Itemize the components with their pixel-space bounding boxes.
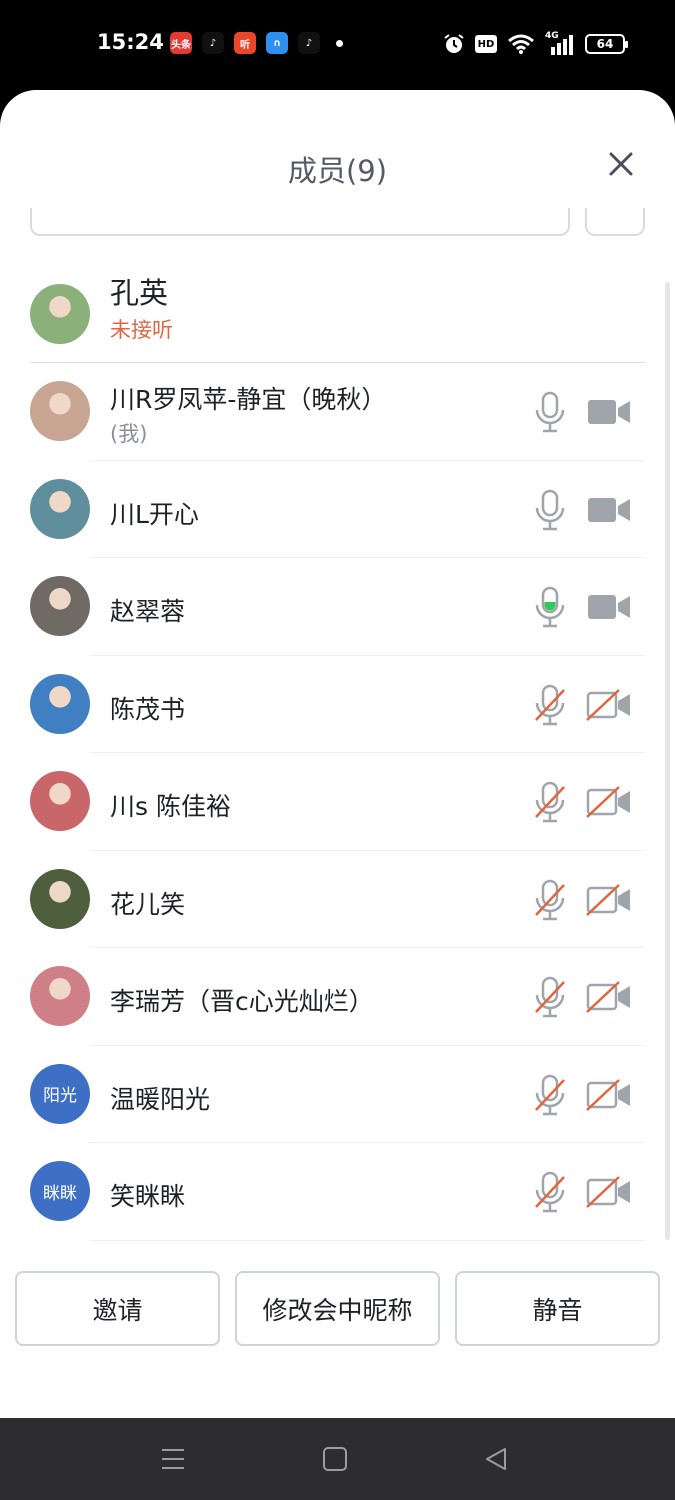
- member-name: 花儿笑: [110, 889, 186, 919]
- camera-off-icon[interactable]: [585, 785, 633, 819]
- camera-off-icon[interactable]: [585, 1078, 633, 1112]
- avatar: [30, 673, 90, 734]
- member-name: 孔英: [110, 276, 169, 310]
- mute-all-button[interactable]: 静音: [455, 1271, 660, 1346]
- member-row[interactable]: 眯眯 笑眯眯: [0, 1143, 675, 1241]
- sheet-title: 成员(9): [287, 154, 388, 188]
- search-input[interactable]: [30, 208, 570, 236]
- close-icon[interactable]: [602, 145, 640, 183]
- member-name: 川R罗凤苹-静宜（晚秋）: [110, 385, 387, 414]
- battery-icon: 64: [585, 34, 628, 54]
- camera-icon[interactable]: [585, 590, 633, 624]
- camera-icon[interactable]: [585, 395, 633, 429]
- member-row[interactable]: 陈茂书: [0, 656, 675, 753]
- network-type-label: 4G: [545, 31, 559, 41]
- avatar: [30, 576, 90, 636]
- member-row[interactable]: 川s 陈佳裕: [0, 753, 675, 851]
- microphone-icon[interactable]: [532, 391, 568, 433]
- mic-muted-icon[interactable]: [532, 1171, 568, 1213]
- mic-muted-icon[interactable]: [532, 781, 568, 823]
- status-time: 15:24: [97, 30, 164, 54]
- notification-icons: 头条 ♪ 听 ∩ ♪: [170, 32, 343, 54]
- search-button[interactable]: [585, 208, 645, 236]
- hd-icon: HD: [475, 35, 497, 53]
- member-name: 笑眯眯: [110, 1182, 186, 1211]
- avatar: 眯眯: [30, 1161, 90, 1221]
- camera-off-icon[interactable]: [585, 980, 633, 1014]
- avatar: [30, 284, 90, 344]
- camera-icon[interactable]: [585, 493, 633, 527]
- member-row[interactable]: 阳光 温暖阳光: [0, 1046, 675, 1143]
- avatar: 阳光: [30, 1063, 90, 1124]
- mic-speaking-icon[interactable]: [532, 586, 568, 628]
- menu-icon[interactable]: [160, 1446, 186, 1472]
- mic-muted-icon[interactable]: [532, 976, 568, 1018]
- member-list: 孔英未接听川R罗凤苹-静宜（晚秋） (我) 川L开心赵翠蓉陈茂书川s 陈佳裕 花儿笑李…: [0, 266, 675, 1241]
- camera-off-icon[interactable]: [585, 1175, 633, 1209]
- home-icon[interactable]: [322, 1446, 348, 1472]
- signal-4g-icon: 4G: [545, 31, 575, 55]
- avatar: [30, 478, 90, 539]
- ting-icon: 听: [234, 32, 256, 54]
- member-row[interactable]: 花儿笑: [0, 851, 675, 948]
- tiktok-icon: ♪: [298, 32, 320, 54]
- tiktok-icon: ♪: [202, 32, 224, 54]
- member-row[interactable]: 李瑞芳（晋c心光灿烂）: [0, 948, 675, 1046]
- member-row[interactable]: 川R罗凤苹-静宜（晚秋） (我): [0, 363, 675, 461]
- member-row[interactable]: 孔英 未接听: [0, 266, 675, 363]
- member-row[interactable]: 赵翠蓉: [0, 558, 675, 656]
- divider: [90, 1239, 645, 1241]
- members-sheet: 成员(9) 孔英未接听川R罗凤苹-静宜（晚秋） (我) 川L开心赵翠蓉陈茂书川s 陈…: [0, 90, 675, 1418]
- wifi-icon: [508, 34, 534, 54]
- scrollbar[interactable]: [665, 282, 670, 1240]
- avatar: [30, 381, 90, 441]
- member-name: 赵翠蓉: [110, 597, 186, 626]
- self-indicator: (我): [110, 422, 148, 446]
- invite-button[interactable]: 邀请: [15, 1271, 220, 1346]
- missed-call-status: 未接听: [110, 318, 173, 342]
- battery-level: 64: [596, 37, 614, 51]
- mic-muted-icon[interactable]: [532, 1074, 568, 1116]
- avatar: [30, 771, 90, 831]
- camera-off-icon[interactable]: [585, 883, 633, 917]
- toutiao-icon: 头条: [170, 32, 192, 54]
- avatar: [30, 966, 90, 1026]
- member-name: 温暖阳光: [110, 1084, 211, 1114]
- member-name: 李瑞芳（晋c心光灿烂）: [110, 987, 374, 1016]
- rename-button[interactable]: 修改会中昵称: [235, 1271, 440, 1346]
- more-notifications-dot: [336, 39, 343, 47]
- member-name: 陈茂书: [110, 694, 186, 724]
- system-status-icons: HD 4G 64: [443, 31, 628, 55]
- status-bar: 15:24 头条 ♪ 听 ∩ ♪ HD 4G 64: [0, 0, 675, 90]
- alarm-icon: [444, 34, 464, 53]
- microphone-icon[interactable]: [532, 489, 568, 531]
- mic-muted-icon[interactable]: [532, 879, 568, 921]
- member-name: 川s 陈佳裕: [110, 792, 231, 821]
- app-blue-icon: ∩: [266, 32, 288, 54]
- action-bar: 邀请 修改会中昵称 静音: [15, 1271, 660, 1346]
- member-row[interactable]: 川L开心: [0, 461, 675, 558]
- system-nav-bar: [0, 1418, 675, 1500]
- back-icon[interactable]: [483, 1446, 509, 1472]
- camera-off-icon[interactable]: [585, 688, 633, 722]
- member-name: 川L开心: [110, 499, 199, 529]
- avatar: [30, 868, 90, 929]
- mic-muted-icon[interactable]: [532, 684, 568, 726]
